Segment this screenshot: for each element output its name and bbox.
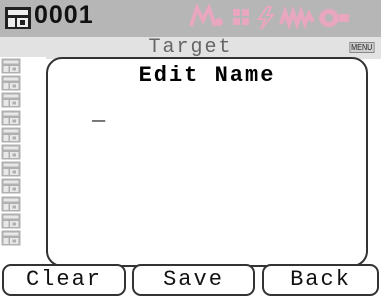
- target-slot-icon: [1, 230, 21, 246]
- lens-icon: [319, 9, 349, 27]
- target-slot-icon: [1, 161, 21, 177]
- save-button[interactable]: Save: [132, 264, 255, 296]
- lightning-icon: [257, 6, 276, 30]
- target-data-icon: [5, 7, 31, 29]
- panel-title: Edit Name: [138, 63, 276, 88]
- waveform-icon: [279, 5, 315, 31]
- grid-icon: [233, 9, 249, 25]
- target-slot-icon: [1, 127, 21, 143]
- subtitle-bar: Target MENU: [0, 37, 381, 59]
- auto-status-icon: [189, 4, 223, 27]
- target-slot-icon: [1, 92, 21, 108]
- target-slot-icon: [1, 196, 21, 212]
- screen-title: Target: [148, 36, 233, 59]
- target-number: 0001: [34, 1, 94, 29]
- side-icon-column: [0, 57, 46, 267]
- target-slot-icon: [1, 144, 21, 160]
- target-slot-icon: [1, 110, 21, 126]
- clear-button[interactable]: Clear: [2, 264, 126, 296]
- target-slot-icon: [1, 75, 21, 91]
- menu-indicator[interactable]: MENU: [349, 42, 375, 53]
- target-slot-icon: [1, 58, 21, 74]
- back-button[interactable]: Back: [262, 264, 379, 296]
- target-slot-icon: [1, 178, 21, 194]
- softkey-bar: Clear Save Back: [0, 264, 381, 296]
- edit-name-panel: Edit Name _: [46, 57, 368, 267]
- status-icons: [189, 4, 349, 31]
- header-bar: 0001: [0, 0, 381, 37]
- name-input[interactable]: _: [92, 101, 105, 126]
- target-slot-icon: [1, 213, 21, 229]
